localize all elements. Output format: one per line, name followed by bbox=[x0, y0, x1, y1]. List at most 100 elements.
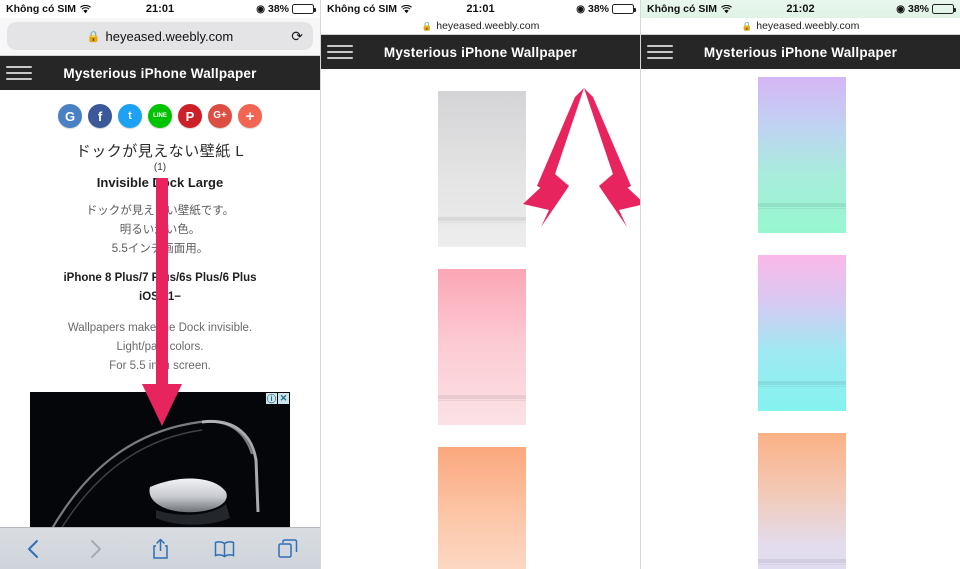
url-text: heyeased.weebly.com bbox=[105, 28, 234, 44]
advertisement-banner[interactable]: ⓘ ✕ bbox=[30, 392, 290, 538]
carrier-label: Không có SIM bbox=[327, 3, 397, 15]
hamburger-menu-icon[interactable] bbox=[327, 44, 361, 60]
wallpaper-grid bbox=[321, 69, 640, 569]
desc-jp-line-2: 明るい淡い色。 bbox=[119, 224, 201, 236]
dock-separator-line bbox=[758, 381, 846, 385]
device-compatibility: iPhone 8 Plus/7 Plus/6s Plus/6 Plus iOS … bbox=[0, 269, 320, 307]
page-title-japanese: ドックが見えない壁紙 L bbox=[75, 143, 245, 160]
status-carrier-group: Không có SIM bbox=[6, 3, 91, 15]
wifi-icon bbox=[401, 4, 412, 14]
wallpaper-thumbnail-pink-cyan[interactable] bbox=[758, 255, 846, 411]
google-translate-icon[interactable]: G bbox=[58, 104, 82, 128]
battery-icon bbox=[612, 4, 636, 14]
desc-jp-line-1: ドックが見えない壁紙です。 bbox=[85, 205, 235, 217]
wallpaper-thumbnail-purple-mint[interactable] bbox=[758, 77, 846, 233]
location-arrow-icon: ◉ bbox=[576, 3, 585, 15]
site-header: Mysterious iPhone Wallpaper bbox=[0, 56, 320, 90]
wallpaper-thumbnail-gray[interactable] bbox=[438, 91, 526, 247]
description-english: Wallpapers make the Dock invisible. Ligh… bbox=[0, 319, 320, 376]
hamburger-menu-icon[interactable] bbox=[647, 44, 681, 60]
site-header: Mysterious iPhone Wallpaper bbox=[321, 35, 640, 69]
desc-jp-line-3: 5.5インチ画面用。 bbox=[111, 243, 209, 255]
battery-percent: 38% bbox=[267, 3, 289, 15]
panel-scrolled-pastel: Không có SIM 21:02 ◉ 38% 🔒 heyeased.weeb… bbox=[640, 0, 960, 569]
site-title: Mysterious iPhone Wallpaper bbox=[703, 44, 898, 60]
wallpaper-thumbnail-peach[interactable] bbox=[438, 447, 526, 569]
reload-icon[interactable]: ⟳ bbox=[291, 28, 303, 45]
dock-separator-line-2 bbox=[758, 385, 846, 387]
facebook-icon[interactable]: f bbox=[88, 104, 112, 128]
lock-icon: 🔒 bbox=[86, 30, 101, 43]
screenshot-root: Không có SIM 21:01 ◉ 38% 🔒 heyeased.weeb… bbox=[0, 0, 960, 569]
url-text: heyeased.weebly.com bbox=[436, 20, 540, 32]
bookmarks-button[interactable] bbox=[207, 536, 241, 562]
ad-badge-group[interactable]: ⓘ ✕ bbox=[266, 393, 289, 404]
wallpaper-grid bbox=[641, 69, 960, 569]
dock-separator-line bbox=[758, 559, 846, 563]
adchoices-info-icon[interactable]: ⓘ bbox=[266, 393, 277, 404]
desc-en-line-2: Light/pale colors. bbox=[116, 341, 204, 353]
battery-percent: 38% bbox=[587, 3, 609, 15]
tabs-button[interactable] bbox=[271, 536, 305, 562]
status-right-group: ◉ 38% bbox=[256, 3, 316, 15]
lock-icon: 🔒 bbox=[741, 20, 753, 31]
url-bar-compact[interactable]: 🔒 heyeased.weebly.com bbox=[641, 18, 960, 35]
desc-en-line-3: For 5.5 inch screen. bbox=[109, 360, 211, 372]
wallpaper-thumbnail-pink[interactable] bbox=[438, 269, 526, 425]
status-bar: Không có SIM 21:02 ◉ 38% bbox=[641, 0, 960, 18]
status-right-group: ◉ 38% bbox=[576, 3, 636, 15]
line-icon[interactable]: LINE bbox=[148, 104, 172, 128]
lock-icon: 🔒 bbox=[421, 20, 433, 31]
url-bar-compact[interactable]: 🔒 heyeased.weebly.com bbox=[321, 18, 640, 35]
ios-version: iOS 11− bbox=[139, 291, 181, 303]
url-bar-container: 🔒 heyeased.weebly.com ⟳ bbox=[0, 18, 320, 56]
dock-separator-line-2 bbox=[758, 563, 846, 565]
ad-car-image bbox=[30, 392, 290, 538]
dock-separator-line-2 bbox=[438, 399, 526, 401]
url-text: heyeased.weebly.com bbox=[756, 20, 860, 32]
battery-percent: 38% bbox=[907, 3, 929, 15]
location-arrow-icon: ◉ bbox=[256, 3, 265, 15]
page-content: G f t LINE P G+ + ドックが見えない壁紙 L (1) Invis… bbox=[0, 90, 320, 376]
wallpaper-thumbnail-orange-lavender[interactable] bbox=[758, 433, 846, 569]
hamburger-menu-icon[interactable] bbox=[6, 65, 40, 81]
site-header: Mysterious iPhone Wallpaper bbox=[641, 35, 960, 69]
desc-en-line-1: Wallpapers make the Dock invisible. bbox=[67, 322, 253, 334]
wifi-icon bbox=[721, 4, 732, 14]
dock-separator-line-2 bbox=[758, 207, 846, 209]
more-share-icon[interactable]: + bbox=[238, 104, 262, 128]
share-button[interactable] bbox=[143, 536, 177, 562]
status-carrier-group: Không có SIM bbox=[647, 3, 732, 15]
site-title: Mysterious iPhone Wallpaper bbox=[63, 65, 257, 81]
panel-scrolled-light: Không có SIM 21:01 ◉ 38% 🔒 heyeased.weeb… bbox=[320, 0, 640, 569]
dock-separator-line bbox=[758, 203, 846, 207]
status-bar: Không có SIM 21:01 ◉ 38% bbox=[0, 0, 320, 18]
battery-icon bbox=[292, 4, 316, 14]
site-title: Mysterious iPhone Wallpaper bbox=[383, 44, 578, 60]
location-arrow-icon: ◉ bbox=[896, 3, 905, 15]
status-carrier-group: Không có SIM bbox=[327, 3, 412, 15]
page-title-number: (1) bbox=[153, 162, 167, 173]
battery-icon bbox=[932, 4, 956, 14]
url-bar[interactable]: 🔒 heyeased.weebly.com ⟳ bbox=[7, 22, 313, 50]
wifi-icon bbox=[80, 4, 91, 14]
dock-separator-line bbox=[438, 217, 526, 221]
pinterest-icon[interactable]: P bbox=[178, 104, 202, 128]
google-plus-icon[interactable]: G+ bbox=[208, 104, 232, 128]
carrier-label: Không có SIM bbox=[647, 3, 717, 15]
ad-close-icon[interactable]: ✕ bbox=[278, 393, 289, 404]
device-models: iPhone 8 Plus/7 Plus/6s Plus/6 Plus bbox=[63, 272, 257, 284]
carrier-label: Không có SIM bbox=[6, 3, 76, 15]
status-right-group: ◉ 38% bbox=[896, 3, 956, 15]
page-title-english: Invisible Dock Large bbox=[96, 175, 224, 190]
description-japanese: ドックが見えない壁紙です。 明るい淡い色。 5.5インチ画面用。 bbox=[0, 202, 320, 259]
back-button[interactable] bbox=[15, 536, 49, 562]
dock-separator-line-2 bbox=[438, 221, 526, 223]
panel-full-page: Không có SIM 21:01 ◉ 38% 🔒 heyeased.weeb… bbox=[0, 0, 320, 569]
dock-separator-line bbox=[438, 395, 526, 399]
safari-bottom-toolbar bbox=[0, 527, 320, 569]
status-bar: Không có SIM 21:01 ◉ 38% bbox=[321, 0, 640, 18]
social-share-row: G f t LINE P G+ + bbox=[0, 104, 320, 128]
forward-button[interactable] bbox=[79, 536, 113, 562]
twitter-icon[interactable]: t bbox=[118, 104, 142, 128]
